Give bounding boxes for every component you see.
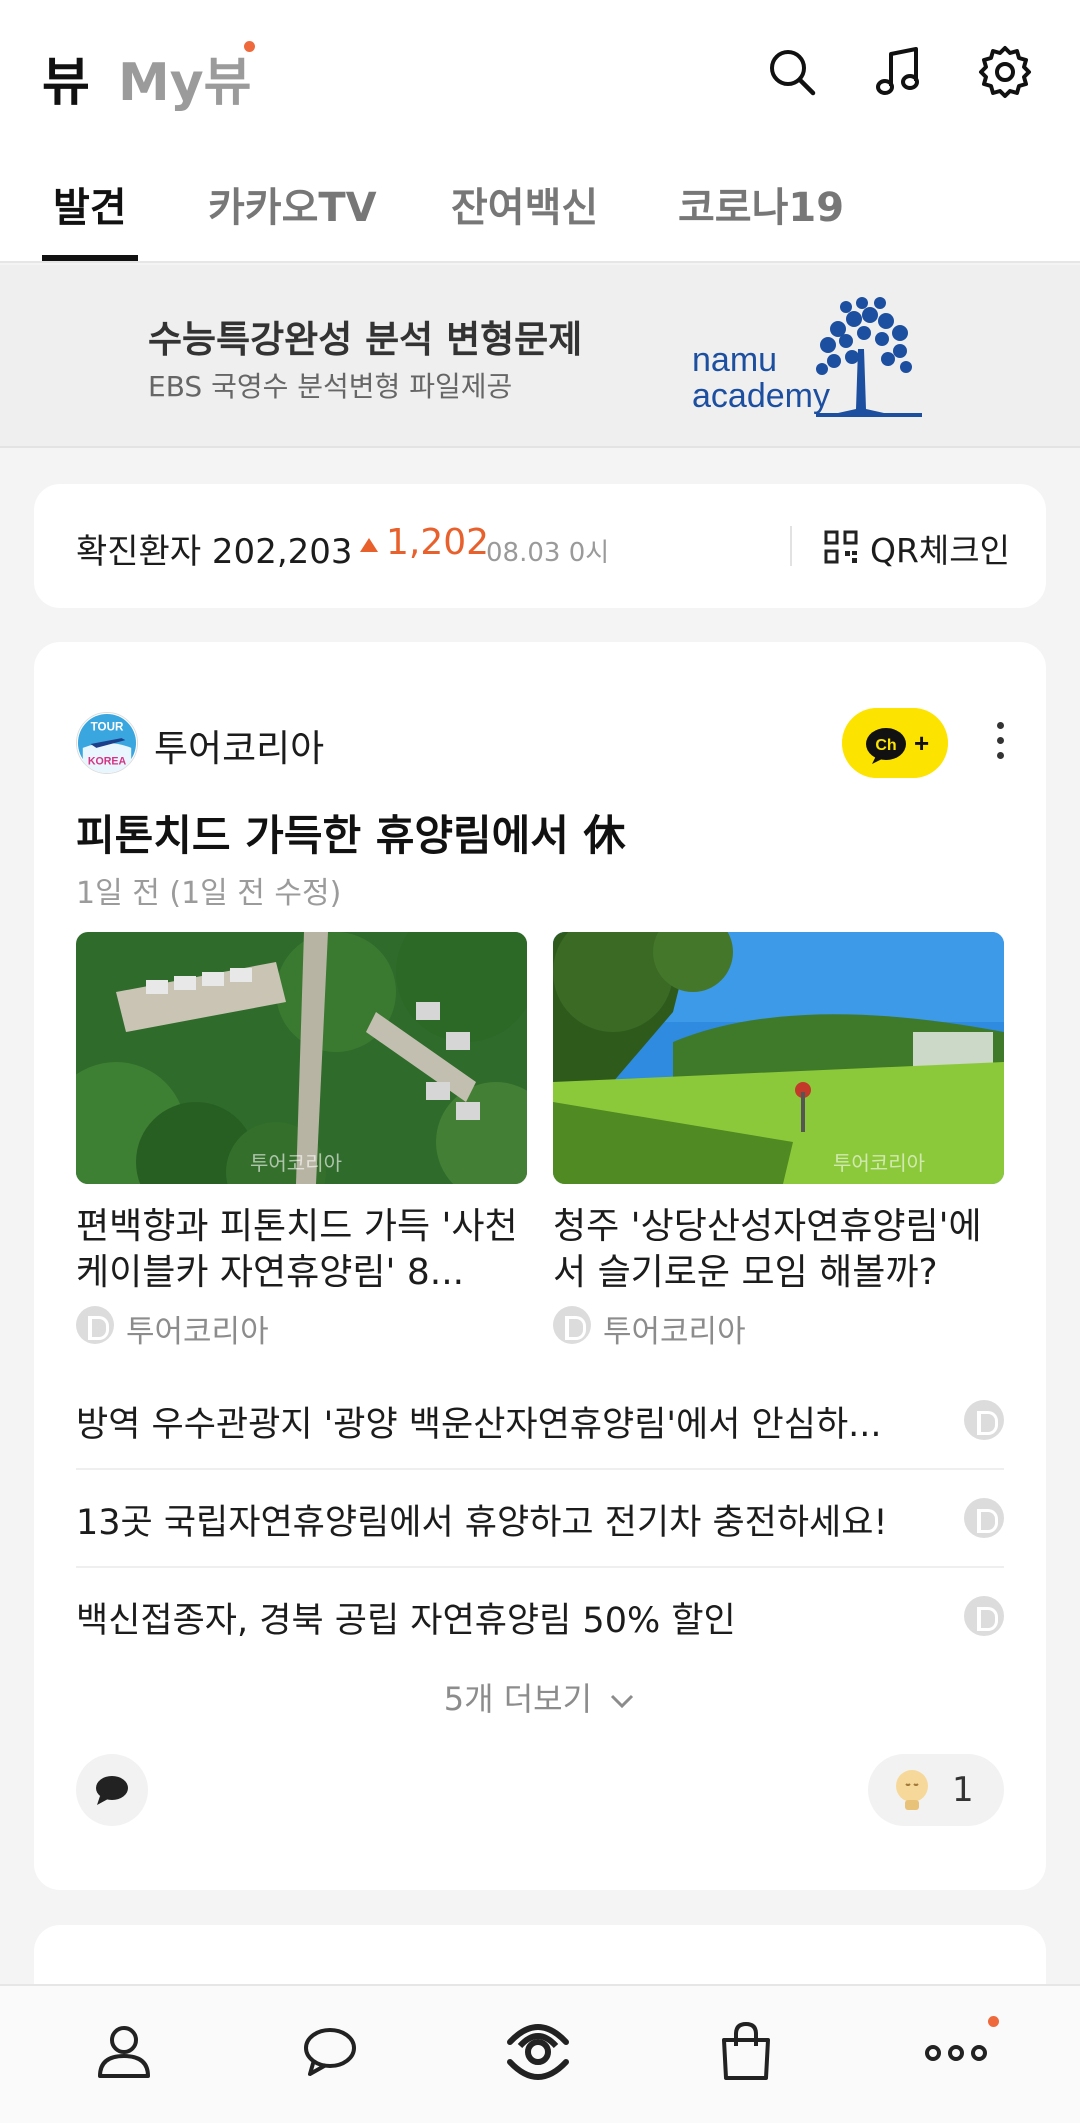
ad-subtitle: EBS 국영수 분석변형 파일제공 [148,370,513,403]
music-icon[interactable] [870,42,930,102]
tab-covid19[interactable]: 코로나19 [678,175,844,261]
daum-icon [76,1306,114,1344]
svg-text:+: + [914,728,929,758]
namu-academy-logo: namu academy [692,297,922,417]
gear-icon[interactable] [975,42,1035,102]
bottom-navigation [0,1984,1080,2123]
active-tab-indicator [42,255,138,261]
list-item[interactable]: 백신접종자, 경북 공립 자연휴양림 50% 할인 [76,1568,1004,1666]
myview-tab-title[interactable]: My뷰 [118,40,251,115]
comment-icon [96,1776,128,1805]
view-icon[interactable] [498,2012,578,2092]
article-thumbnail[interactable]: 투어코리아 [553,932,1004,1184]
new-badge-dot [988,2016,999,2027]
category-tabs: 발견 카카오TV 잔여백신 코로나19 [0,175,1080,263]
svg-text:TOUR: TOUR [91,720,124,733]
divider [790,526,792,566]
svg-text:academy: academy [692,377,830,415]
more-options-icon[interactable] [994,722,1006,766]
ad-title: 수능특강완성 분석 변형문제 [148,318,583,361]
cases-delta: 1,202 [386,522,490,563]
list-item-title: 방역 우수관광지 '광양 백운산자연휴양림'에서 안심하... [76,1405,882,1445]
lightbulb-icon [896,1770,928,1810]
more-icon[interactable] [916,2012,996,2092]
card-timestamp: 1일 전 (1일 전 수정) [76,876,342,911]
svg-text:투어코리아: 투어코리아 [250,1151,342,1175]
svg-text:Ch: Ch [875,737,896,754]
qr-checkin-button[interactable]: QR체크인 [870,524,1010,572]
svg-text:KOREA: KOREA [88,755,127,767]
comment-button[interactable] [76,1754,148,1826]
svg-text:namu: namu [692,341,777,379]
daum-icon [964,1400,1004,1440]
qr-code-icon[interactable] [824,530,858,564]
app-header: 뷰 My뷰 발견 카카오TV 잔여백신 코로나19 [0,0,1080,263]
tab-discover[interactable]: 발견 [53,175,127,261]
confirmed-cases[interactable]: 확진환자 202,203 [76,524,353,573]
reaction-count: 1 [952,1770,974,1810]
show-more-label: 5개 더보기 [443,1680,593,1718]
increase-arrow-icon [360,538,378,552]
card-title[interactable]: 피톤치드 가득한 휴양림에서 休 [76,802,626,863]
cases-date: 08.03 0시 [486,538,610,568]
view-tab-title[interactable]: 뷰 [42,40,90,115]
daum-icon [964,1596,1004,1636]
reaction-button[interactable]: 1 [868,1754,1004,1826]
chat-icon[interactable] [290,2012,370,2092]
shopping-bag-icon[interactable] [706,2012,786,2092]
list-item-title: 백신접종자, 경북 공립 자연휴양림 50% 할인 [76,1601,736,1641]
daum-icon [553,1306,591,1344]
list-item-title: 13곳 국립자연휴양림에서 휴양하고 전기차 충전하세요! [76,1503,888,1543]
ad-banner[interactable]: 수능특강완성 분석 변형문제 EBS 국영수 분석변형 파일제공 namu ac… [0,265,1080,448]
tab-kakaotv[interactable]: 카카오TV [208,175,377,261]
covid-status-card: 확진환자 202,203 1,202 08.03 0시 QR체크인 [34,484,1046,608]
daum-icon [964,1498,1004,1538]
list-item[interactable]: 방역 우수관광지 '광양 백운산자연휴양림'에서 안심하... [76,1372,1004,1470]
source-name: 투어코리아 [126,1314,269,1350]
article-title[interactable]: 청주 '상당산성자연휴양림'에서 슬기로운 모임 해볼까? [553,1204,1004,1296]
new-badge-dot [244,41,255,52]
source-name: 투어코리아 [603,1314,746,1350]
publisher-avatar[interactable]: TOUR KOREA [76,712,138,774]
kakao-channel-add-button[interactable]: Ch + [842,708,948,778]
svg-text:투어코리아: 투어코리아 [833,1151,925,1175]
tab-vaccine[interactable]: 잔여백신 [451,175,598,261]
article-title[interactable]: 편백향과 피톤치드 가득 '사천 케이블카 자연휴양림' 8... [76,1204,527,1296]
article-thumbnail[interactable]: 투어코리아 [76,932,527,1184]
show-more-button[interactable]: 5개 더보기 [34,1674,1046,1720]
search-icon[interactable] [762,42,822,102]
content-card: TOUR KOREA 투어코리아 Ch + 피톤치드 가득한 휴양림에서 休 1… [34,642,1046,1890]
list-item[interactable]: 13곳 국립자연휴양림에서 휴양하고 전기차 충전하세요! [76,1470,1004,1568]
chevron-down-icon [611,1694,634,1709]
person-icon[interactable] [84,2012,164,2092]
publisher-name[interactable]: 투어코리아 [154,718,324,772]
